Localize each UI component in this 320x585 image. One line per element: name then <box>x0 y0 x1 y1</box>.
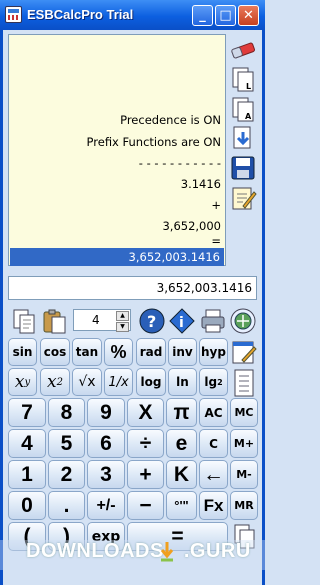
log2-button[interactable]: lg 2 <box>199 368 228 396</box>
constant-k-button[interactable]: K <box>166 460 197 489</box>
divide-button[interactable]: ÷ <box>127 429 164 458</box>
svg-text:A: A <box>245 112 252 121</box>
entry-display[interactable]: 3,652,003.1416 <box>8 276 257 300</box>
add-button[interactable]: + <box>127 460 164 489</box>
svg-text:i: i <box>179 315 184 331</box>
decimal-point-button[interactable]: . <box>48 491 85 520</box>
tape-line: 3.1416 <box>180 177 221 191</box>
options-globe-icon[interactable] <box>229 307 257 335</box>
spinner-arrows[interactable]: ▲ ▼ <box>116 311 129 332</box>
digit-8-button[interactable]: 8 <box>48 398 85 427</box>
digit-2-button[interactable]: 2 <box>48 460 85 489</box>
close-button[interactable]: ✕ <box>238 5 259 26</box>
clear-button[interactable]: C <box>199 429 228 458</box>
watermark-text: DOWNLOADS .GURU <box>26 540 251 562</box>
memory-clear-button[interactable]: MC <box>230 398 258 427</box>
sqrt-button[interactable]: √x <box>72 368 102 396</box>
tape-line: 3,652,000 <box>162 219 221 233</box>
list-settings-icon[interactable] <box>231 368 258 398</box>
euler-e-button[interactable]: e <box>166 429 197 458</box>
copy-icon[interactable] <box>10 307 38 335</box>
log-button[interactable]: log <box>136 368 166 396</box>
svg-text:?: ? <box>147 312 156 331</box>
tape-line: Prefix Functions are ON <box>86 135 221 149</box>
paste-icon[interactable] <box>40 307 68 335</box>
digit-7-button[interactable]: 7 <box>8 398 46 427</box>
spin-down-icon[interactable]: ▼ <box>116 322 129 332</box>
digit-4-button[interactable]: 4 <box>8 429 46 458</box>
sign-toggle-button[interactable]: +/- <box>87 491 125 520</box>
digit-6-button[interactable]: 6 <box>87 429 125 458</box>
tape-result[interactable]: 3,652,003.1416 <box>10 248 224 266</box>
edit-window-icon[interactable] <box>230 338 258 366</box>
copy-all-icon[interactable]: A <box>229 95 257 123</box>
rad-button[interactable]: rad <box>136 338 166 366</box>
print-icon[interactable] <box>199 307 227 335</box>
memory-subtract-button[interactable]: M- <box>230 460 258 489</box>
digit-0-button[interactable]: 0 <box>8 491 46 520</box>
all-clear-button[interactable]: AC <box>199 398 228 427</box>
window-title: ESBCalcPro Trial <box>27 7 134 22</box>
tape-panel[interactable]: Precedence is ON Prefix Functions are ON… <box>8 34 226 266</box>
digit-3-button[interactable]: 3 <box>87 460 125 489</box>
ln-button[interactable]: ln <box>168 368 197 396</box>
inv-button[interactable]: inv <box>168 338 197 366</box>
tape-line: - - - - - - - - - - - <box>138 156 221 170</box>
digit-5-button[interactable]: 5 <box>48 429 85 458</box>
hyp-button[interactable]: hyp <box>199 338 228 366</box>
memory-recall-button[interactable]: MR <box>230 491 258 520</box>
tan-button[interactable]: tan <box>72 338 102 366</box>
info-icon[interactable]: i <box>168 307 196 335</box>
download-arrow-icon <box>160 542 174 562</box>
function-fx-button[interactable]: Fx <box>199 491 228 520</box>
tape-line: Precedence is ON <box>120 113 221 127</box>
backspace-button[interactable]: ← <box>199 460 228 489</box>
import-icon[interactable] <box>229 124 257 152</box>
title-bar[interactable]: ESBCalcPro Trial _ □ ✕ <box>0 0 265 30</box>
square-button[interactable]: x2 <box>40 368 70 396</box>
multiply-button[interactable]: X <box>127 398 164 427</box>
digit-1-button[interactable]: 1 <box>8 460 46 489</box>
cos-button[interactable]: cos <box>40 338 70 366</box>
subtract-button[interactable]: − <box>127 491 164 520</box>
calculator-app-icon <box>5 6 22 23</box>
sin-button[interactable]: sin <box>8 338 37 366</box>
decimal-places-value: 4 <box>92 313 100 327</box>
percent-button[interactable]: % <box>104 338 133 366</box>
pi-button[interactable]: π <box>166 398 197 427</box>
spin-up-icon[interactable]: ▲ <box>116 311 129 321</box>
decimal-places-spinner[interactable]: 4 ▲ ▼ <box>73 309 131 332</box>
copy-tape-icon[interactable]: L <box>229 65 257 93</box>
reciprocal-button[interactable]: 1/x <box>104 368 133 396</box>
tape-line: + <box>211 198 221 212</box>
svg-text:L: L <box>246 82 251 91</box>
memory-add-button[interactable]: M+ <box>230 429 258 458</box>
degrees-minutes-button[interactable]: °'" <box>166 491 197 520</box>
power-xy-button[interactable]: xy <box>8 368 37 396</box>
help-icon[interactable]: ? <box>138 307 166 335</box>
tape-equals: = <box>211 234 221 248</box>
minimize-button[interactable]: _ <box>192 5 213 26</box>
save-icon[interactable] <box>229 154 257 182</box>
eraser-icon[interactable] <box>229 36 257 64</box>
maximize-button[interactable]: □ <box>215 5 236 26</box>
digit-9-button[interactable]: 9 <box>87 398 125 427</box>
edit-note-icon[interactable] <box>229 184 257 212</box>
